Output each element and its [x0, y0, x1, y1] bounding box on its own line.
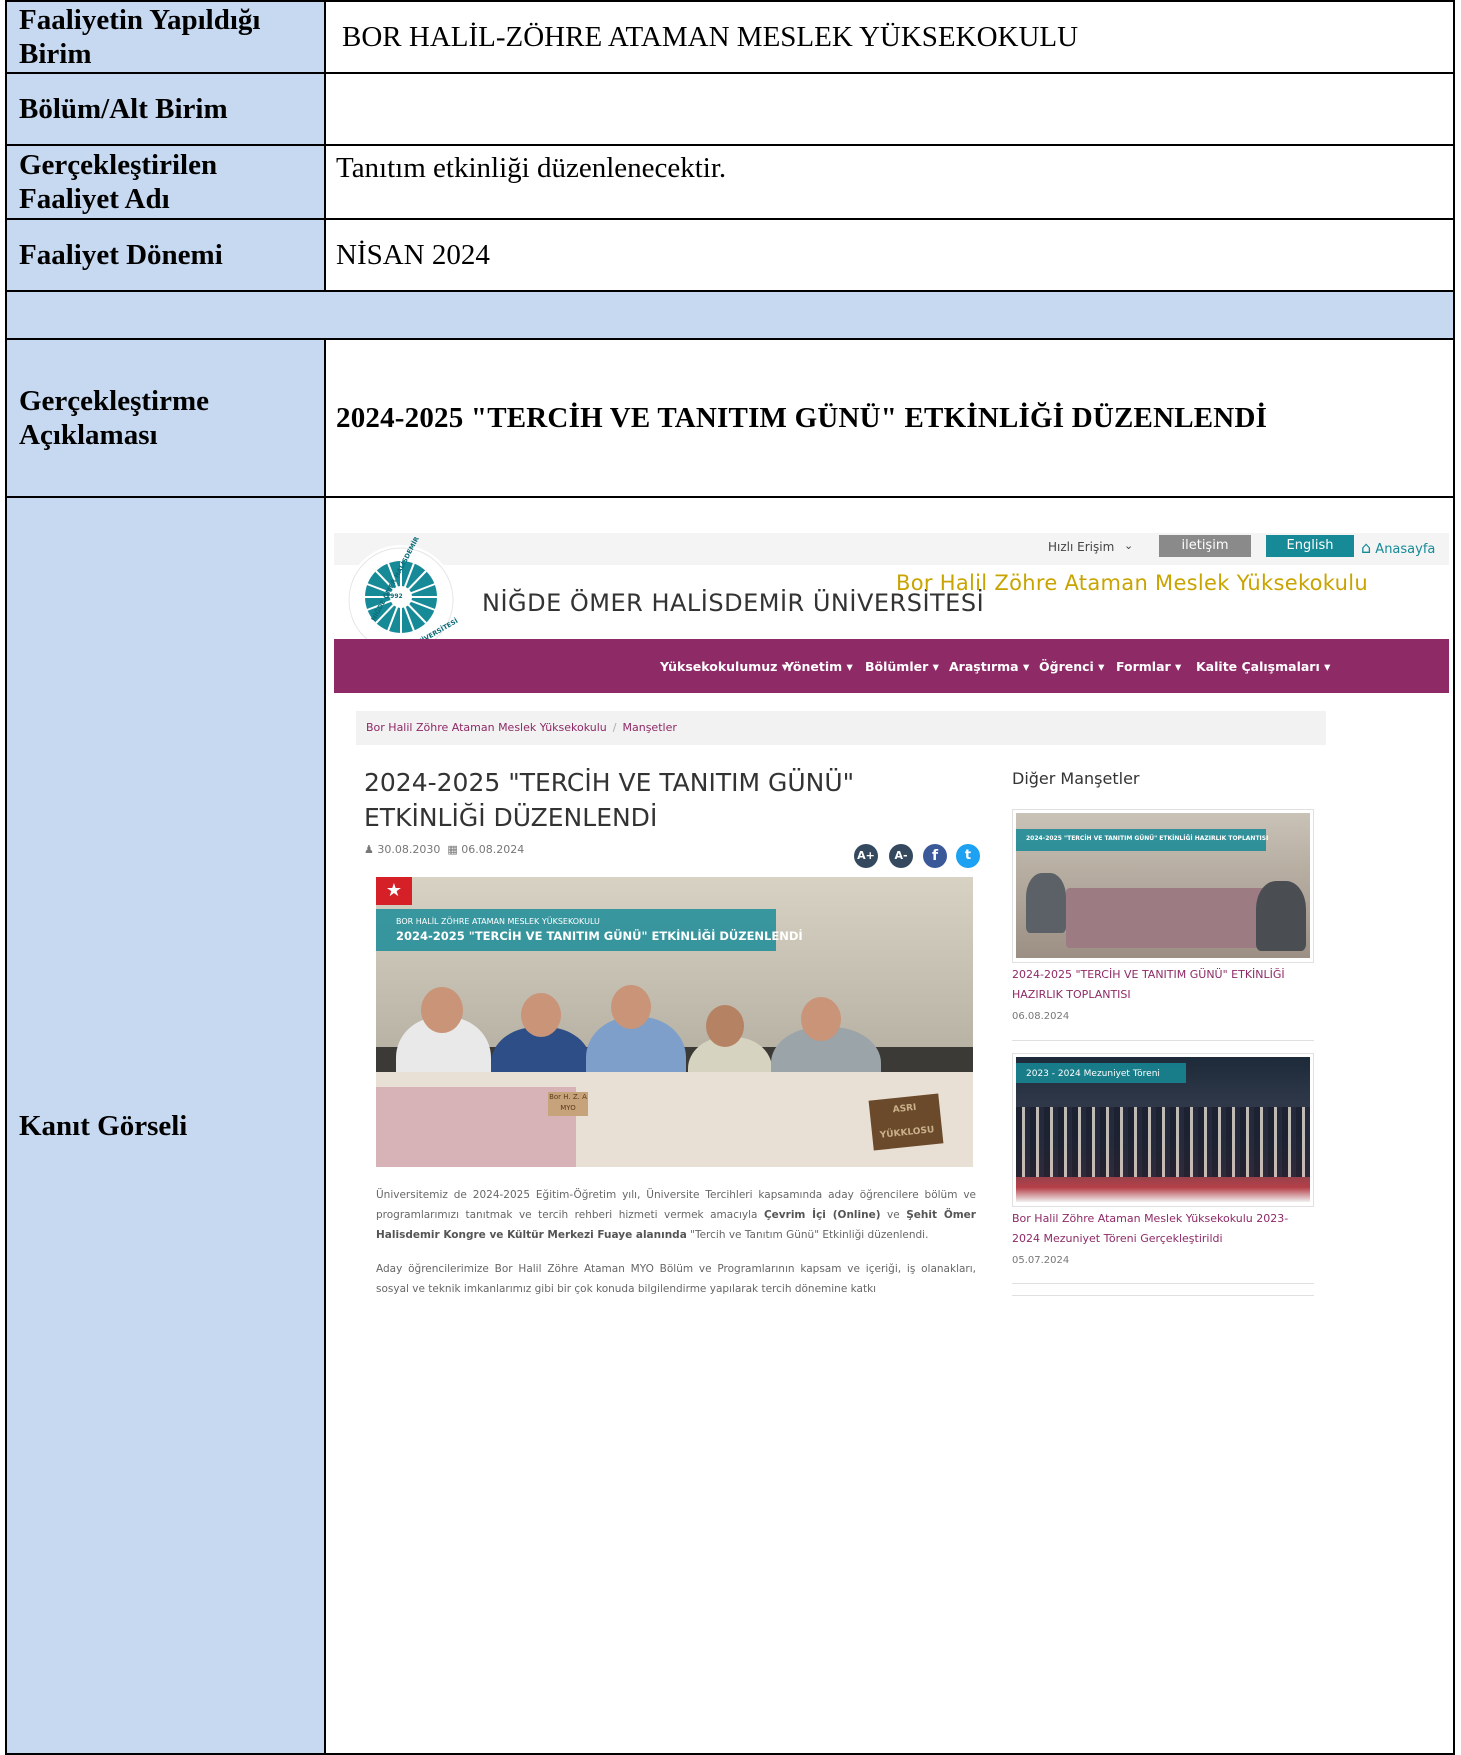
main-navigation: Yüksekokulumuz ▾ Yönetim ▾ Bölümler ▾ Ar… — [334, 639, 1449, 693]
label-evidence-image: Kanıt Görseli — [5, 496, 326, 1755]
sidebar-image-2: 2023 - 2024 Mezuniyet Töreni — [1016, 1057, 1310, 1202]
sidebar-divider — [1012, 1283, 1314, 1284]
article-meta: ♟ 30.08.2030 ▦ 06.08.2024 — [364, 843, 524, 856]
sidebar-card-2[interactable]: 2023 - 2024 Mezuniyet Töreni — [1012, 1053, 1314, 1207]
label-activity-name: Gerçekleştirilen Faaliyet Adı — [5, 144, 326, 220]
label-description: Gerçekleştirme Açıklaması — [5, 338, 326, 498]
top-utility-bar: Hızlı Erişim ⌄ iletişim English ⌂ Anasay… — [334, 533, 1449, 565]
school-name: Bor Halil Zöhre Ataman Meslek Yüksekokul… — [896, 571, 1368, 595]
contact-button[interactable]: iletişim — [1159, 535, 1251, 557]
person-head — [801, 997, 841, 1041]
sidebar-date-1: 06.08.2024 — [1012, 1011, 1070, 1022]
article-title: 2024-2025 "TERCİH VE TANITIM GÜNÜ" ETKİN… — [364, 768, 855, 832]
evidence-image-cell: Hızlı Erişim ⌄ iletişim English ⌂ Anasay… — [324, 496, 1455, 1755]
person-head — [421, 987, 463, 1033]
person-head — [706, 1005, 744, 1047]
sidebar-date-2: 05.07.2024 — [1012, 1255, 1070, 1266]
article-hero-image: ★ BOR HALİL ZÖHRE ATAMAN MESLEK YÜKSEKOK… — [376, 877, 973, 1167]
hero-banner-title: 2024-2025 "TERCİH VE TANITIM GÜNÜ" ETKİN… — [396, 929, 803, 943]
breadcrumb: Bor Halil Zöhre Ataman Meslek Yüksekokul… — [356, 711, 1326, 745]
value-description: 2024-2025 "TERCİH VE TANITIM GÜNÜ" ETKİN… — [324, 338, 1455, 498]
value-activity-period: NİSAN 2024 — [324, 218, 1455, 292]
sidebar-image-1: 2024-2025 "TERCİH VE TANITIM GÜNÜ" ETKİN… — [1016, 813, 1310, 958]
flag-icon: ★ — [376, 877, 412, 905]
english-button[interactable]: English — [1266, 535, 1354, 557]
person-head — [611, 985, 651, 1029]
hero-banner-school: BOR HALİL ZÖHRE ATAMAN MESLEK YÜKSEKOKUL… — [396, 917, 600, 926]
hero-wood-sign: ASRI YÜKKLOSU — [868, 1093, 944, 1151]
para1-text-e: "Tercih ve Tanıtım Günü" Etkinliği düzen… — [686, 1229, 929, 1241]
sidebar-title: Diğer Manşetler — [1012, 769, 1140, 788]
article-date-1: 30.08.2030 — [377, 843, 441, 856]
sidebar-divider — [1012, 1040, 1314, 1041]
twitter-share-button[interactable]: t — [956, 844, 980, 868]
value-activity-name: Tanıtım etkinliği düzenlenecektir. — [324, 144, 1455, 220]
activity-form-table: Faaliyetin Yapıldığı Birim BOR HALİL-ZÖH… — [5, 0, 1455, 1755]
nav-item-school[interactable]: Yüksekokulumuz ▾ — [660, 659, 788, 674]
label-unit: Faaliyetin Yapıldığı Birim — [5, 0, 326, 74]
article-paragraph-2: Aday öğrencilerimize Bor Halil Zöhre Ata… — [376, 1263, 976, 1295]
nav-item-student[interactable]: Öğrenci ▾ — [1039, 659, 1104, 674]
para1-bold-online: Çevrim İçi (Online) — [763, 1209, 881, 1221]
home-icon: ⌂ — [1361, 538, 1372, 557]
nav-item-management[interactable]: Yönetim ▾ — [785, 659, 853, 674]
person-figure — [1026, 873, 1066, 933]
person-head — [521, 993, 561, 1037]
breadcrumb-separator: / — [612, 721, 617, 734]
nav-item-forms[interactable]: Formlar ▾ — [1116, 659, 1181, 674]
value-unit: BOR HALİL-ZÖHRE ATAMAN MESLEK YÜKSEKOKUL… — [324, 0, 1455, 74]
website-screenshot: Hızlı Erişim ⌄ iletişim English ⌂ Anasay… — [334, 533, 1449, 1393]
article-paragraph-1: Üniversitemiz de 2024-2025 Eğitim-Öğreti… — [376, 1185, 976, 1245]
sidebar-image-1-table — [1066, 888, 1276, 948]
quick-access-dropdown[interactable]: Hızlı Erişim — [1048, 540, 1114, 554]
user-icon: ♟ — [364, 843, 374, 856]
chevron-down-icon: ⌄ — [1124, 539, 1134, 552]
sidebar-link-2[interactable]: Bor Halil Zöhre Ataman Meslek Yüksekokul… — [1012, 1209, 1312, 1249]
value-department — [324, 72, 1455, 146]
hero-tablecloth — [376, 1087, 576, 1167]
home-link-label: Anasayfa — [1375, 542, 1436, 557]
font-increase-button[interactable]: A+ — [854, 844, 878, 868]
facebook-share-button[interactable]: f — [923, 844, 947, 868]
sidebar-card-1[interactable]: 2024-2025 "TERCİH VE TANITIM GÜNÜ" ETKİN… — [1012, 809, 1314, 963]
nav-item-quality[interactable]: Kalite Çalışmaları ▾ — [1196, 659, 1330, 674]
article-date-2: 06.08.2024 — [461, 843, 525, 856]
sidebar-divider — [1012, 1295, 1314, 1296]
separator-row — [5, 290, 1455, 340]
para1-text-c: ve — [880, 1209, 907, 1221]
breadcrumb-home[interactable]: Bor Halil Zöhre Ataman Meslek Yüksekokul… — [366, 721, 607, 734]
sidebar-image-1-caption: 2024-2025 "TERCİH VE TANITIM GÜNÜ" ETKİN… — [1026, 835, 1269, 842]
home-link[interactable]: ⌂ Anasayfa — [1361, 538, 1435, 557]
sidebar-image-2-crowd — [1016, 1107, 1310, 1177]
nav-item-research[interactable]: Araştırma ▾ — [949, 659, 1029, 674]
label-activity-period: Faaliyet Dönemi — [5, 218, 326, 292]
nav-item-departments[interactable]: Bölümler ▾ — [865, 659, 939, 674]
hero-table-sign: Bor H. Z. A MYO — [548, 1092, 588, 1116]
person-figure — [1256, 881, 1306, 951]
sidebar-image-2-caption: 2023 - 2024 Mezuniyet Töreni — [1026, 1069, 1160, 1079]
font-decrease-button[interactable]: A- — [889, 844, 913, 868]
calendar-icon: ▦ — [447, 843, 458, 856]
breadcrumb-current[interactable]: Manşetler — [623, 721, 677, 734]
label-department: Bölüm/Alt Birim — [5, 72, 326, 146]
sidebar-link-1[interactable]: 2024-2025 "TERCİH VE TANITIM GÜNÜ" ETKİN… — [1012, 965, 1312, 1005]
